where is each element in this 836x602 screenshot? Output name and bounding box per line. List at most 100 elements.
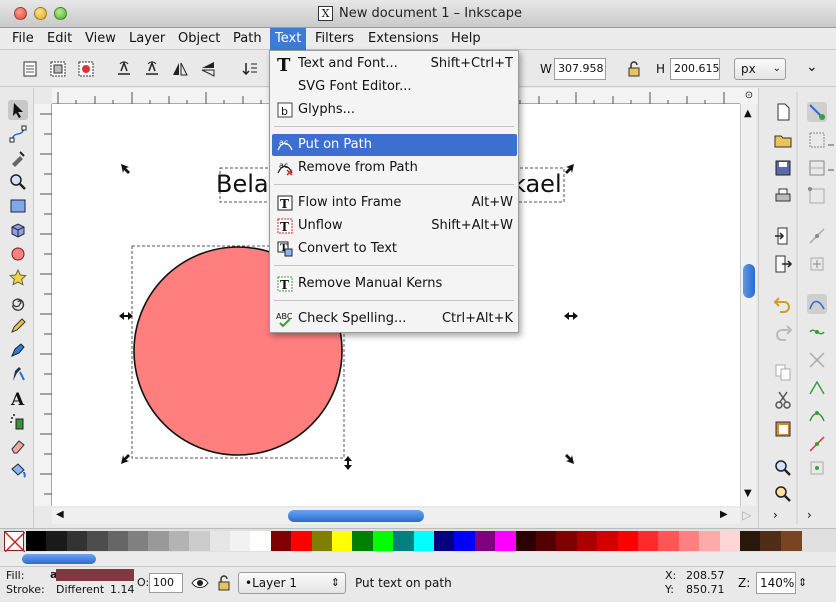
menu-extensions[interactable]: Extensions bbox=[363, 28, 444, 50]
lock-icon[interactable] bbox=[624, 59, 644, 79]
zoom-window-button[interactable] bbox=[54, 7, 67, 20]
palette-swatch[interactable] bbox=[740, 531, 761, 551]
snap-bbox-icon[interactable] bbox=[807, 130, 827, 150]
snap-smooth-nodes-icon[interactable] bbox=[807, 406, 827, 426]
palette-swatch[interactable] bbox=[148, 531, 170, 551]
tweak-tool-icon[interactable] bbox=[8, 148, 28, 168]
palette-swatch[interactable] bbox=[719, 531, 741, 551]
chevron-down-icon[interactable]: ⌄ bbox=[806, 59, 826, 79]
palette-swatch[interactable] bbox=[128, 531, 149, 551]
import-icon[interactable] bbox=[773, 226, 793, 246]
palette-swatch[interactable] bbox=[597, 531, 619, 551]
vertical-scrollbar[interactable]: ▲ ▼ bbox=[740, 104, 756, 506]
menu-item-remove-from-path[interactable]: ac Remove from Path bbox=[272, 157, 517, 179]
unit-select[interactable]: px ⌄ bbox=[734, 58, 786, 80]
ellipse-tool-icon[interactable] bbox=[8, 244, 28, 264]
palette-swatch[interactable] bbox=[393, 531, 415, 551]
stroke-width[interactable]: 1.14 bbox=[110, 583, 135, 596]
palette-swatch[interactable] bbox=[678, 531, 700, 551]
palette-swatch[interactable] bbox=[46, 531, 68, 551]
raise-to-top-icon[interactable] bbox=[240, 59, 260, 79]
palette-swatch[interactable] bbox=[189, 531, 211, 551]
rotate-ccw-icon[interactable] bbox=[114, 59, 134, 79]
save-icon[interactable] bbox=[773, 158, 793, 178]
menu-view[interactable]: View bbox=[80, 28, 121, 50]
snap-bbox-corner-icon[interactable] bbox=[807, 186, 827, 206]
palette-swatch[interactable] bbox=[576, 531, 598, 551]
zoom-field[interactable]: 140% bbox=[756, 572, 796, 594]
canvas-text-left[interactable]: Bela bbox=[216, 170, 269, 198]
snap-intersections-icon[interactable] bbox=[807, 350, 827, 370]
palette-swatch[interactable] bbox=[413, 531, 435, 551]
undo-icon[interactable] bbox=[773, 294, 793, 314]
menu-item-svg-font-editor[interactable]: SVG Font Editor... bbox=[272, 76, 517, 98]
palette-swatch[interactable] bbox=[638, 531, 659, 551]
rectangle-tool-icon[interactable] bbox=[8, 196, 28, 216]
chevron-right-icon[interactable]: › bbox=[773, 508, 793, 528]
menu-item-remove-manual-kerns[interactable]: T Remove Manual Kerns bbox=[272, 273, 517, 295]
scroll-up-icon[interactable]: ▲ bbox=[744, 108, 752, 119]
palette-swatch[interactable] bbox=[536, 531, 557, 551]
palette-scroll-thumb[interactable] bbox=[22, 554, 96, 564]
deselect-icon[interactable] bbox=[76, 59, 96, 79]
palette-swatch[interactable] bbox=[87, 531, 109, 551]
flip-vertical-icon[interactable] bbox=[198, 59, 218, 79]
export-icon[interactable] bbox=[773, 254, 793, 274]
canvas-text-right[interactable]: kael bbox=[512, 170, 562, 198]
palette-swatch[interactable] bbox=[760, 531, 782, 551]
palette-swatch[interactable] bbox=[699, 531, 721, 551]
snap-paths-icon[interactable] bbox=[807, 322, 827, 342]
menu-item-text-and-font[interactable]: T Text and Font... Shift+Ctrl+T bbox=[272, 53, 517, 76]
snap-midpoint-icon[interactable] bbox=[807, 226, 827, 246]
fill-indicator[interactable] bbox=[56, 569, 134, 581]
menu-text[interactable]: Text bbox=[270, 28, 307, 50]
flip-horizontal-icon[interactable] bbox=[170, 59, 190, 79]
palette-swatch[interactable] bbox=[250, 531, 272, 551]
spiral-tool-icon[interactable] bbox=[8, 292, 28, 312]
scroll-left-icon[interactable]: ◀ bbox=[56, 509, 64, 520]
palette-swatch[interactable] bbox=[474, 531, 496, 551]
menu-item-unflow[interactable]: T Unflow Shift+Alt+W bbox=[272, 215, 517, 237]
stroke-value[interactable]: Different bbox=[56, 583, 104, 596]
no-paint-swatch[interactable] bbox=[4, 531, 26, 553]
scroll-right-icon[interactable]: ▶ bbox=[720, 509, 728, 520]
spray-tool-icon[interactable] bbox=[8, 412, 28, 432]
palette-swatch[interactable] bbox=[311, 531, 333, 551]
snap-cusp-nodes-icon[interactable] bbox=[807, 378, 827, 398]
calligraphy-tool-icon[interactable] bbox=[8, 364, 28, 384]
snap-toggle-icon[interactable] bbox=[807, 102, 827, 122]
palette-swatch[interactable] bbox=[107, 531, 129, 551]
menu-layer[interactable]: Layer bbox=[124, 28, 170, 50]
palette-swatch[interactable] bbox=[168, 531, 190, 551]
menu-help[interactable]: Help bbox=[446, 28, 486, 50]
select-all-icon[interactable] bbox=[20, 59, 40, 79]
palette-swatch[interactable] bbox=[556, 531, 578, 551]
new-document-icon[interactable] bbox=[773, 102, 793, 122]
snap-line-midpoints-icon[interactable] bbox=[807, 434, 827, 454]
zoom-fit-icon[interactable]: ⊙ bbox=[740, 88, 758, 104]
palette-swatch[interactable] bbox=[372, 531, 394, 551]
redo-icon[interactable] bbox=[773, 322, 793, 342]
horizontal-scrollbar[interactable]: ◀ ▶ bbox=[52, 508, 740, 524]
zoom-selection-icon[interactable] bbox=[773, 458, 793, 478]
menu-item-convert-to-text[interactable]: T Convert to Text bbox=[272, 238, 517, 260]
menu-object[interactable]: Object bbox=[173, 28, 225, 50]
palette-swatch[interactable] bbox=[495, 531, 517, 551]
palette-swatch[interactable] bbox=[270, 531, 292, 551]
snap-nodes-icon[interactable] bbox=[807, 294, 827, 314]
print-icon[interactable] bbox=[773, 186, 793, 206]
lock-icon[interactable] bbox=[214, 573, 234, 593]
palette-swatch[interactable] bbox=[515, 531, 537, 551]
scroll-down-icon[interactable]: ▼ bbox=[744, 488, 752, 499]
menu-filters[interactable]: Filters bbox=[310, 28, 359, 50]
menu-item-flow-into-frame[interactable]: T Flow into Frame Alt+W bbox=[272, 192, 517, 214]
palette-swatch[interactable] bbox=[617, 531, 639, 551]
menu-item-check-spelling[interactable]: ABC Check Spelling... Ctrl+Alt+K bbox=[272, 308, 517, 330]
selector-tool-icon[interactable] bbox=[8, 100, 28, 120]
pencil-tool-icon[interactable] bbox=[8, 316, 28, 336]
menu-edit[interactable]: Edit bbox=[42, 28, 77, 50]
layer-select[interactable]: •Layer 1 ⇕ bbox=[238, 572, 346, 594]
minimize-window-button[interactable] bbox=[34, 7, 47, 20]
vertical-scroll-thumb[interactable] bbox=[743, 264, 755, 298]
open-folder-icon[interactable] bbox=[773, 130, 793, 150]
